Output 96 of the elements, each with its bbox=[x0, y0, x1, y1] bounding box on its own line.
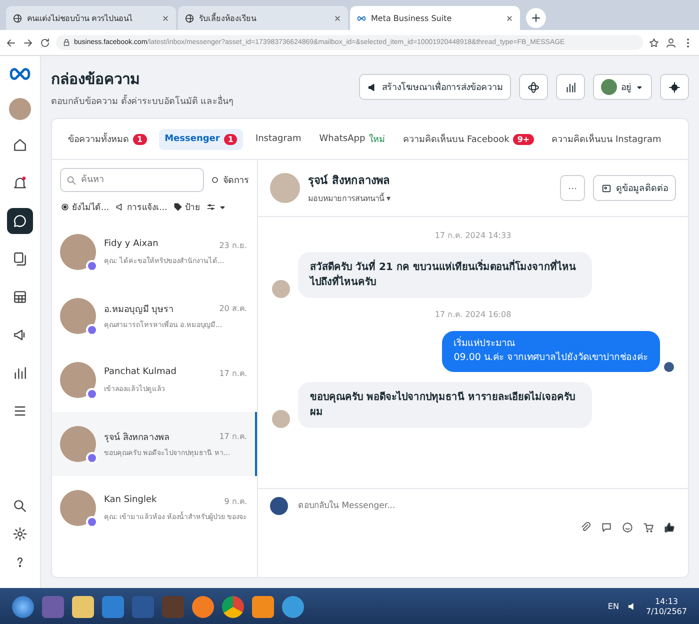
inbox-tab[interactable]: Instagram bbox=[249, 129, 308, 149]
photo-placeholder bbox=[60, 426, 96, 462]
speech-bubble-icon[interactable] bbox=[600, 521, 613, 534]
bell-icon bbox=[12, 175, 28, 191]
search-field[interactable]: ค้นหา bbox=[60, 168, 204, 192]
insights-button[interactable] bbox=[556, 74, 585, 100]
settings-button[interactable] bbox=[660, 74, 689, 100]
search-icon[interactable] bbox=[12, 498, 28, 514]
browser-tab[interactable]: รับเลี้ยงห้องเรียน bbox=[178, 6, 348, 30]
cart-icon[interactable] bbox=[642, 521, 655, 534]
unread-icon bbox=[60, 202, 70, 212]
messenger-badge-icon bbox=[86, 324, 98, 336]
message-time: 17 ก.ค. bbox=[219, 431, 247, 443]
inbox-tab[interactable]: Messenger 1 bbox=[158, 128, 244, 150]
message-time: 20 ส.ค. bbox=[219, 303, 247, 315]
globe-icon bbox=[184, 12, 195, 24]
browser-tab[interactable]: Meta Business Suite bbox=[350, 6, 520, 30]
browser-tab[interactable]: คนแต่งไม่ชอบบ้าน ควรไปนอนไ bbox=[6, 6, 176, 30]
page-subtitle: ตอบกลับข้อความ ตั้งค่าระบบอัตโนมัติ และอื่นๆ bbox=[51, 94, 235, 108]
profile-icon[interactable] bbox=[665, 36, 677, 48]
messenger-badge-icon bbox=[86, 260, 98, 272]
outgoing-message: เริ่มแห่ประมาณ 09.00 น.ค่ะ จากเทศบาลไปยังวัดเขาปากช่องค่ะ bbox=[442, 331, 660, 372]
atom-button[interactable] bbox=[519, 74, 548, 100]
clock-time: 14:13 bbox=[654, 597, 678, 606]
pages-icon bbox=[12, 251, 28, 267]
settings-icon[interactable] bbox=[12, 526, 28, 542]
page-avatar bbox=[270, 497, 288, 515]
emoji-icon[interactable] bbox=[621, 521, 634, 534]
new-tab-button[interactable] bbox=[526, 8, 546, 28]
create-ad-button[interactable]: สร้างโฆษณาเพื่อการส่งข้อความ bbox=[359, 74, 511, 100]
messenger-badge-icon bbox=[86, 516, 98, 528]
message-time: 9 ก.ค. bbox=[224, 496, 247, 508]
reload-icon[interactable] bbox=[39, 36, 51, 48]
photo-placeholder bbox=[60, 298, 96, 334]
lock-icon bbox=[62, 38, 71, 47]
start-button[interactable] bbox=[12, 596, 34, 618]
photo-placeholder bbox=[270, 173, 300, 203]
contact-name: Fidy y Aixan bbox=[104, 238, 158, 250]
paperclip-icon[interactable] bbox=[579, 521, 592, 534]
taskbar-app-icon[interactable] bbox=[252, 596, 274, 618]
photo-placeholder bbox=[272, 280, 290, 298]
manage-button[interactable]: จัดการ bbox=[210, 173, 249, 187]
filter-icon bbox=[206, 202, 216, 212]
inbox-tab[interactable]: ความคิดเห็นบน Facebook 9+ bbox=[397, 127, 540, 151]
atom-icon bbox=[527, 80, 540, 94]
timestamp: 17 ก.ค. 2024 14:33 bbox=[434, 230, 512, 242]
incoming-message: ขอบคุณครับ พอดีจะไปจากปทุมธานี หารายละเอียดไม่เจอครับผม bbox=[298, 382, 592, 428]
contact-name: Kan Singlek bbox=[104, 494, 157, 506]
tag-icon bbox=[173, 202, 184, 212]
search-icon bbox=[66, 175, 77, 186]
photo-placeholder bbox=[60, 490, 96, 526]
filter-button[interactable]: การแจ้งเ... bbox=[115, 200, 168, 214]
chat-icon bbox=[12, 213, 28, 229]
calendar-icon bbox=[12, 289, 28, 305]
contact-name: Panchat Kulmad bbox=[104, 366, 176, 378]
messenger-badge-icon bbox=[86, 388, 98, 400]
inbox-tab[interactable]: ความคิดเห็นบน Instagram bbox=[546, 127, 668, 151]
message-time: 17 ก.ค. bbox=[219, 368, 247, 380]
globe-icon bbox=[12, 12, 23, 24]
messenger-badge-icon bbox=[86, 452, 98, 464]
close-icon[interactable] bbox=[333, 14, 342, 22]
contact-name: รุจน์ สิงหกลางพล bbox=[104, 431, 170, 444]
more-button[interactable]: ··· bbox=[560, 175, 585, 201]
contact-name: อ.หมอบุญมี บุษรา bbox=[104, 304, 174, 316]
assign-dropdown[interactable]: มอบหมายการสนทนานี้ ▾ bbox=[308, 192, 552, 205]
forward-icon[interactable] bbox=[22, 36, 34, 48]
back-icon[interactable] bbox=[5, 36, 17, 48]
photo-placeholder bbox=[60, 362, 96, 398]
reply-field[interactable]: ตอบกลับใน Messenger... bbox=[296, 500, 676, 512]
photo-placeholder bbox=[60, 234, 96, 270]
contact-card-icon bbox=[601, 182, 612, 194]
plus-icon bbox=[530, 12, 542, 24]
thumbs-up-icon[interactable] bbox=[663, 521, 676, 534]
read-receipt-icon bbox=[664, 362, 674, 372]
incoming-message: สวัสดีครับ วันที่ 21 กค ขบวนแห่เทียนเริ่มตอนกี่โมงจากที่ไหนไปถึงที่ไหนครับ bbox=[298, 252, 592, 298]
inbox-tab[interactable]: ข้อความทั้งหมด 1 bbox=[62, 127, 153, 151]
close-icon[interactable] bbox=[505, 14, 514, 22]
contact-name: รุจน์ สิงหกลางพล bbox=[308, 173, 391, 189]
timestamp: 17 ก.ค. 2024 16:08 bbox=[434, 309, 512, 321]
contact-info-button[interactable]: ดูข้อมูลติดต่อ bbox=[593, 175, 676, 201]
bar-chart-icon bbox=[12, 365, 28, 381]
bar-chart-icon bbox=[564, 80, 577, 94]
clock-date: 7/10/2567 bbox=[646, 607, 687, 616]
home-icon bbox=[12, 137, 28, 153]
star-icon[interactable] bbox=[648, 36, 660, 48]
filter-button[interactable]: ยังไม่ได้... bbox=[60, 200, 110, 214]
filter-button[interactable]: ป้าย bbox=[173, 200, 200, 214]
photo-placeholder bbox=[272, 410, 290, 428]
page-avatar[interactable] bbox=[9, 98, 31, 120]
page-title: กล่องข้อความ bbox=[51, 68, 141, 90]
language-indicator[interactable]: EN bbox=[608, 602, 619, 611]
inbox-tab[interactable]: WhatsApp ใหม่ bbox=[313, 127, 392, 151]
close-icon[interactable] bbox=[161, 14, 170, 22]
account-button[interactable]: อยู่ bbox=[593, 74, 652, 100]
nav-button[interactable] bbox=[7, 208, 33, 234]
message-time: 23 ก.ย. bbox=[219, 240, 247, 252]
